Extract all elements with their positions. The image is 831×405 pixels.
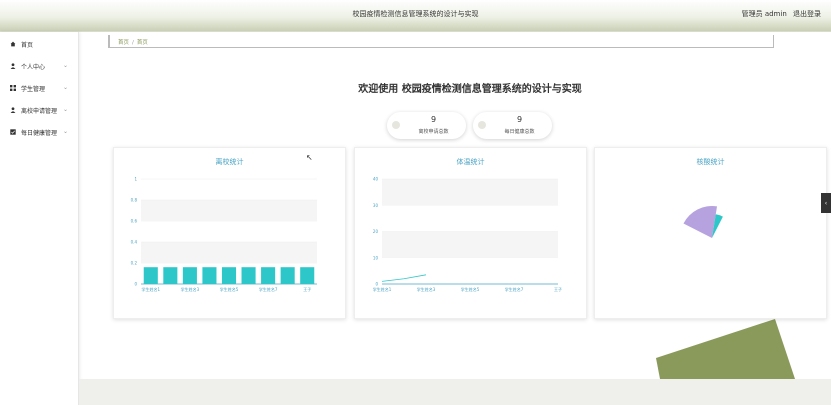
y-tick-label: 0.6	[131, 219, 138, 224]
x-tick-label: 学生姓名5	[461, 286, 480, 292]
bar	[202, 267, 217, 284]
x-tick-label: 学生姓名1	[373, 286, 392, 292]
bar	[143, 267, 158, 284]
bar	[221, 267, 237, 284]
y-tick-label: 20	[373, 229, 379, 234]
chart-card-temperature: 体温统计 0 10 20 30 40 学生姓名1 学生姓名3 学生姓名5 学生姓名7 王子	[354, 147, 587, 319]
bar	[163, 267, 178, 284]
pie-slice	[683, 206, 718, 238]
mouse-cursor-icon: ↖	[306, 153, 313, 162]
y-tick-label: 0	[375, 282, 378, 287]
collapse-handle[interactable]: ‹	[821, 193, 831, 213]
grid-band	[141, 242, 317, 263]
y-tick-label: 10	[373, 255, 379, 260]
y-tick-label: 1	[134, 177, 137, 182]
temperature-line-chart: 0 10 20 30 40 学生姓名1 学生姓名3 学生姓名5 学生姓名7 王子	[373, 177, 562, 293]
grid-band	[382, 231, 558, 258]
bar	[280, 267, 295, 284]
x-tick-label: 学生姓名3	[417, 286, 436, 292]
bar	[241, 267, 256, 284]
series-line	[381, 274, 427, 282]
x-tick-label: 学生姓名5	[220, 286, 239, 292]
y-tick-label: 0.2	[131, 261, 138, 266]
y-tick-label: 0.4	[131, 240, 138, 245]
x-tick-label: 王子	[303, 286, 311, 292]
grid-band	[382, 179, 558, 206]
y-tick-label: 0	[134, 282, 137, 287]
nucleic-pie-chart	[683, 206, 723, 238]
chart-card-leave: 离校统计 0 0.2 0.4 0.6 0.8 1 学生姓名1 学生姓名3 学生姓名5 学生姓名7 王…	[113, 147, 346, 319]
x-tick-label: 学生姓名7	[259, 286, 278, 292]
y-tick-label: 0.8	[131, 198, 138, 203]
x-tick-label: 学生姓名7	[505, 286, 524, 292]
leave-bar-chart: 0 0.2 0.4 0.6 0.8 1 学生姓名1 学生姓名3 学生姓名5 学生姓名7 王子	[131, 177, 317, 292]
x-tick-label: 学生姓名3	[181, 286, 200, 292]
y-tick-label: 40	[373, 177, 379, 182]
x-tick-label: 学生姓名1	[142, 286, 161, 292]
x-tick-label: 王子	[554, 286, 562, 292]
chart-card-nucleic: 核酸统计	[594, 147, 827, 319]
bar	[300, 267, 315, 284]
y-tick-label: 30	[373, 203, 379, 208]
bar	[261, 267, 276, 284]
grid-band	[141, 200, 317, 221]
bar	[182, 267, 197, 284]
